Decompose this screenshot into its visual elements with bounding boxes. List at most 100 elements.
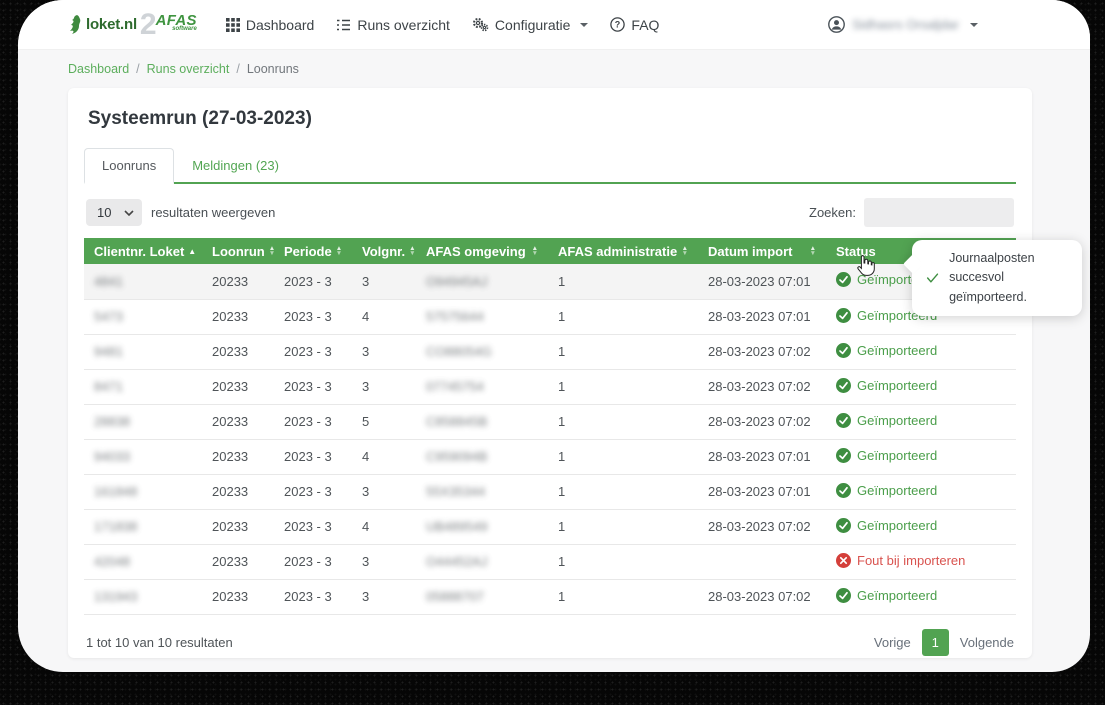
nav-item-label: FAQ (631, 17, 659, 33)
pagination-next[interactable]: Volgende (960, 635, 1014, 650)
cell-volgnr-value: 3 (362, 554, 369, 569)
cell-loonrun-value: 20233 (212, 519, 248, 534)
status-success-icon (836, 518, 851, 533)
cell-clientnr-value: 4841 (94, 274, 123, 289)
status-label: Fout bij importeren (857, 553, 965, 568)
sort-asc-icon: ▲ (188, 247, 196, 256)
cell-volgnr-value: 4 (362, 519, 369, 534)
cell-afas-administratie: 1 (548, 544, 698, 579)
cell-afas-administratie: 1 (548, 334, 698, 369)
cell-loonrun-value: 20233 (212, 449, 248, 464)
cell-periode-value: 2023 - 3 (284, 309, 332, 324)
status-badge[interactable]: Geïmporteerd (836, 588, 937, 603)
cell-volgnr-value: 3 (362, 589, 369, 604)
pagination-previous[interactable]: Vorige (874, 635, 911, 650)
column-header-loonrun[interactable]: Loonrun ▲▼ (202, 238, 274, 264)
column-header-volgnr[interactable]: Volgnr.▲▼ (352, 238, 416, 264)
column-header-periode[interactable]: Periode▲▼ (274, 238, 352, 264)
cell-volgnr-value: 4 (362, 309, 369, 324)
pagination-page-1[interactable]: 1 (922, 629, 949, 656)
status-label: Geïmporteerd (857, 518, 937, 533)
table-footer: 1 tot 10 van 10 resultaten Vorige 1 Volg… (84, 629, 1016, 656)
cell-periode: 2023 - 3 (274, 474, 352, 509)
cell-afas-administratie-value: 1 (558, 554, 565, 569)
cell-afas-omgeving: UB489549 (416, 509, 548, 544)
cell-volgnr-value: 3 (362, 344, 369, 359)
cell-afas-omgeving: C959094B (416, 439, 548, 474)
results-summary: 1 tot 10 van 10 resultaten (86, 635, 233, 650)
user-menu[interactable]: Sidhasrs Orsaljdar (828, 16, 978, 33)
tab-meldingen[interactable]: Meldingen (23) (174, 148, 297, 184)
cell-afas-omgeving: 57575644 (416, 299, 548, 334)
cell-afas-administratie-value: 1 (558, 589, 565, 604)
cell-datum-import-value: 28-03-2023 07:01 (708, 484, 811, 499)
status-success-icon (836, 483, 851, 498)
column-label: Loonrun (212, 244, 265, 259)
cell-datum-import-value: 28-03-2023 07:02 (708, 344, 811, 359)
cell-afas-administratie-value: 1 (558, 414, 565, 429)
status-badge[interactable]: Geïmporteerd (836, 483, 937, 498)
page-size-select[interactable]: 10 (86, 199, 142, 226)
cell-clientnr-value: 9481 (94, 344, 123, 359)
tab-loonruns[interactable]: Loonruns (84, 148, 174, 184)
cell-clientnr: 94033 (84, 439, 202, 474)
status-badge[interactable]: Geïmporteerd (836, 448, 937, 463)
cell-afas-administratie: 1 (548, 579, 698, 614)
table-row: 4841202332023 - 33O94945AJ128-03-2023 07… (84, 264, 1016, 299)
cell-volgnr: 3 (352, 264, 416, 299)
app-logo[interactable]: loket.nl 2 AFAS software (68, 12, 197, 38)
status-label: Geïmporteerd (857, 588, 937, 603)
table-row: 171838202332023 - 34UB489549128-03-2023 … (84, 509, 1016, 544)
cell-volgnr: 3 (352, 579, 416, 614)
cell-periode-value: 2023 - 3 (284, 414, 332, 429)
cell-afas-omgeving-value: UB489549 (426, 519, 487, 534)
cell-loonrun-value: 20233 (212, 379, 248, 394)
cell-clientnr-value: 94033 (94, 449, 130, 464)
cell-loonrun: 20233 (202, 544, 274, 579)
table-controls: 10 resultaten weergeven Zoeken: (84, 198, 1016, 227)
cell-volgnr: 3 (352, 369, 416, 404)
cell-loonrun: 20233 (202, 404, 274, 439)
cell-loonrun-value: 20233 (212, 344, 248, 359)
cell-loonrun-value: 20233 (212, 589, 248, 604)
cell-afas-administratie: 1 (548, 474, 698, 509)
column-header-afas-omgeving[interactable]: AFAS omgeving▲▼ (416, 238, 548, 264)
nav-item-faq[interactable]: ? FAQ (599, 11, 670, 39)
tab-bar: Loonruns Meldingen (23) (84, 148, 1016, 184)
column-header-datum-import[interactable]: Datum import▲▼ (698, 238, 826, 264)
status-error-icon (836, 553, 851, 568)
status-badge[interactable]: Geïmporteerd (836, 378, 937, 393)
status-label: Geïmporteerd (857, 483, 937, 498)
status-badge[interactable]: Geïmporteerd (836, 518, 937, 533)
logo-afas-block: AFAS software (156, 15, 197, 35)
breadcrumb-loonruns: Loonruns (247, 62, 299, 76)
search-label: Zoeken: (809, 205, 856, 220)
cell-datum-import (698, 544, 826, 579)
column-header-clientnr[interactable]: Clientnr. Loket▲ (84, 238, 202, 264)
cell-status: Geïmporteerd (826, 579, 1016, 614)
status-badge[interactable]: Fout bij importeren (836, 553, 965, 568)
cell-afas-omgeving: 55X35344 (416, 474, 548, 509)
cell-status: Geïmporteerd (826, 334, 1016, 369)
nav-item-runs-overzicht[interactable]: Runs overzicht (325, 11, 461, 39)
cell-clientnr-value: 131943 (94, 589, 137, 604)
cell-periode-value: 2023 - 3 (284, 379, 332, 394)
breadcrumb-runs-overzicht[interactable]: Runs overzicht (147, 62, 230, 76)
cell-volgnr: 3 (352, 544, 416, 579)
breadcrumb-dashboard[interactable]: Dashboard (68, 62, 129, 76)
cell-afas-omgeving-value: CO88054G (426, 344, 492, 359)
nav-item-dashboard[interactable]: Dashboard (215, 11, 326, 39)
column-header-afas-administratie[interactable]: AFAS administratie▲▼ (548, 238, 698, 264)
svg-text:?: ? (615, 20, 621, 30)
cell-clientnr-value: 28838 (94, 414, 130, 429)
search-input[interactable] (864, 198, 1014, 227)
chevron-down-icon (970, 23, 978, 27)
sort-icon: ▲▼ (269, 246, 275, 256)
status-badge[interactable]: Geïmporteerd (836, 413, 937, 428)
page-title: Systeemrun (27-03-2023) (84, 88, 1016, 148)
table-row: 94033202332023 - 34C959094B128-03-2023 0… (84, 439, 1016, 474)
nav-item-configuratie[interactable]: Configuratie (461, 11, 600, 39)
status-badge[interactable]: Geïmporteerd (836, 343, 937, 358)
cell-volgnr: 5 (352, 404, 416, 439)
cell-periode: 2023 - 3 (274, 509, 352, 544)
